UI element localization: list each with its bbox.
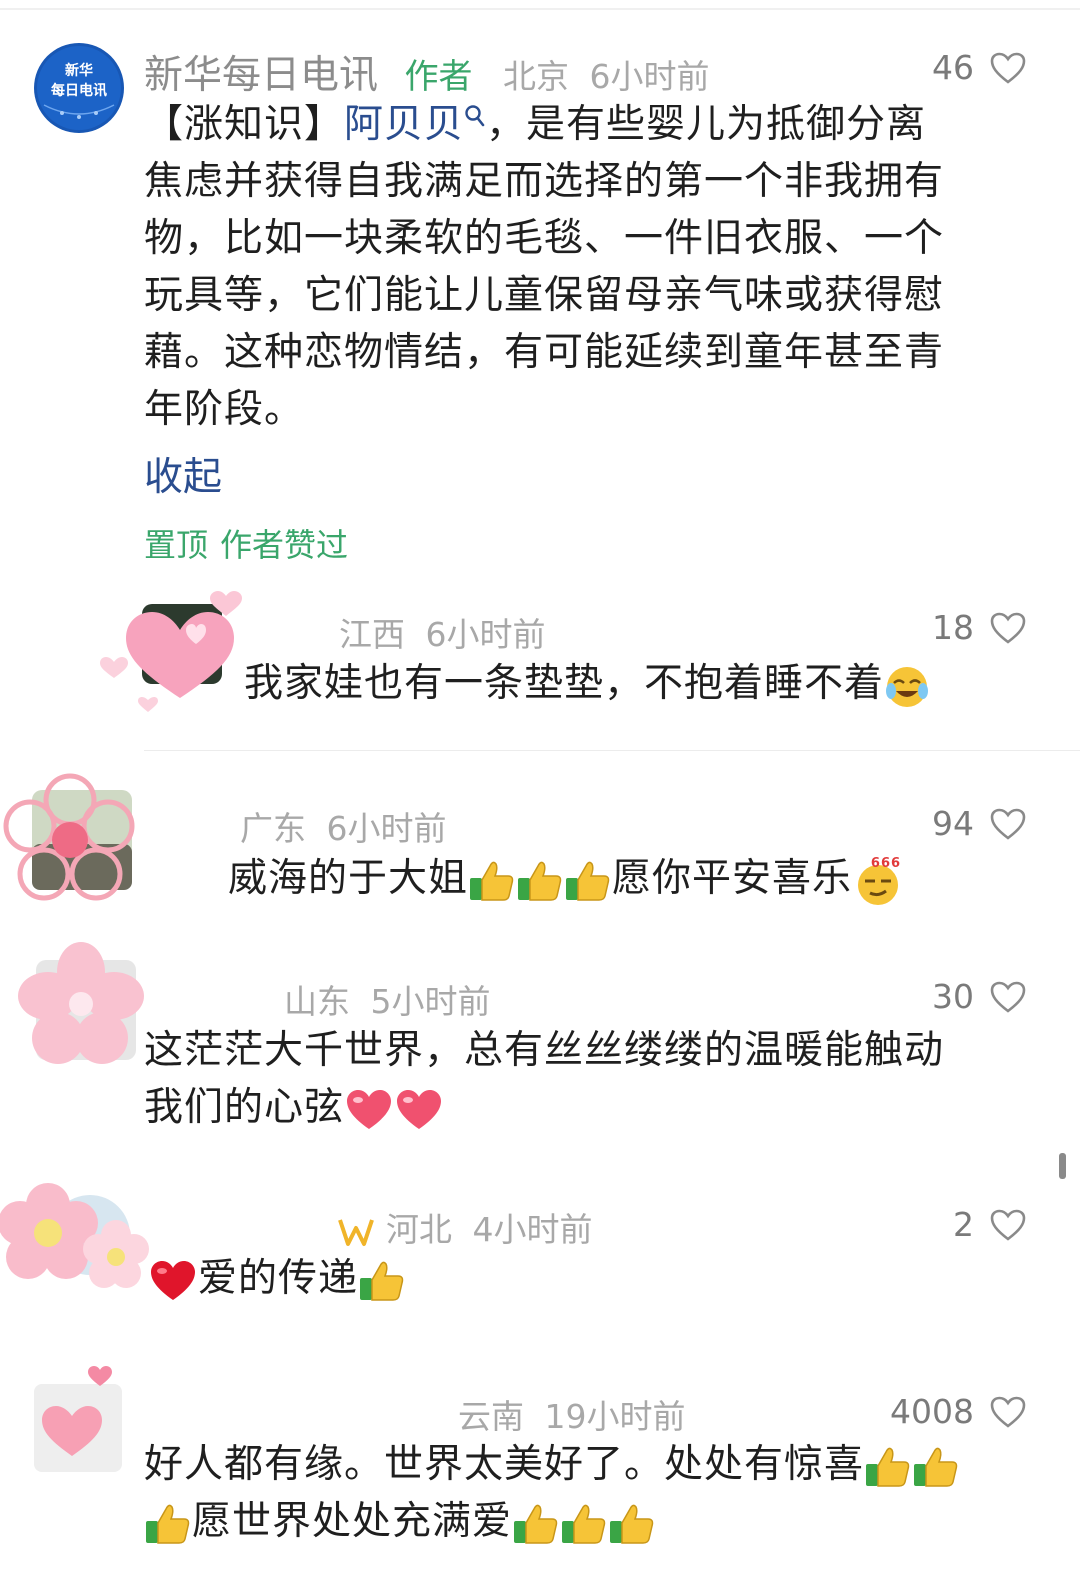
comment-text-b: 愿你平安喜乐 [612, 856, 853, 901]
comment-tags: 置顶 作者赞过 [144, 520, 360, 566]
like-control[interactable]: 4008 [890, 1392, 1026, 1431]
comment-body: 我家娃也有一条垫垫，不抱着睡不着 [244, 655, 930, 712]
collapse-link[interactable]: 收起 [144, 446, 222, 502]
thumbs-up-emoji [146, 1504, 190, 1544]
thumbs-up-emoji [518, 861, 562, 901]
comment-text-line-3: 物，比如一块柔软的毛毯、一件旧衣服、一个 [144, 216, 945, 261]
red-heart-emoji [347, 1089, 392, 1129]
comment-body: 【涨知识】阿贝贝 ，是有些婴儿为抵御分离 焦虑并获得自我满足而选择的第一个非我拥有… [144, 96, 1024, 438]
like-count: 46 [932, 48, 974, 87]
author-liked-tag: 作者赞过 [220, 526, 349, 564]
like-control[interactable]: 18 [932, 608, 1026, 647]
comment-text-line-1: 这茫茫大千世界，总有丝丝缕缕的温暖能触动 [144, 1028, 945, 1073]
heart-outline-icon[interactable] [990, 612, 1026, 644]
like-count: 2 [953, 1205, 974, 1244]
thumbs-up-emoji [914, 1447, 958, 1487]
comment-text-line-2: 愿世界处处充满爱 [192, 1499, 513, 1544]
heart-avatar[interactable] [32, 1360, 132, 1472]
comment-text-line-4: 玩具等，它们能让儿童保留母亲气味或获得慰 [144, 273, 945, 318]
author-badge: 作者 [404, 57, 473, 97]
author-name[interactable]: 新华每日电讯 [144, 53, 378, 98]
avatar-text-1: 新华 [65, 62, 93, 79]
comment-time: 5小时前 [370, 982, 491, 1021]
emoji-badge-text: 666 [871, 856, 901, 871]
comment-meta: 新华每日电讯 作者 北京 6小时前 [144, 44, 710, 100]
thumbs-up-emoji [610, 1504, 654, 1544]
heart-outline-icon[interactable] [990, 981, 1026, 1013]
comment-meta: 广东 6小时前 [240, 802, 447, 850]
thumbs-up-emoji [470, 861, 514, 901]
comment-body: 这茫茫大千世界，总有丝丝缕缕的温暖能触动 我们的心弦 [144, 1022, 944, 1136]
like-count: 4008 [890, 1392, 974, 1431]
comment-text-line-1: ，是有些婴儿为抵御分离 [486, 102, 927, 147]
blossom-avatar[interactable] [16, 940, 146, 1070]
thumbs-up-emoji [566, 861, 610, 901]
avatar-text-2: 每日电讯 [51, 82, 107, 99]
heart-outline-icon[interactable] [990, 1396, 1026, 1428]
flower-frame-avatar[interactable] [0, 770, 145, 910]
comment-text-line-5: 藉。这种恋物情结，有可能延续到童年甚至青 [144, 330, 945, 375]
comment-time: 6小时前 [326, 809, 447, 848]
comment-location: 北京 [503, 57, 570, 96]
laugh-cry-emoji [886, 666, 929, 707]
badge-icon [338, 1218, 374, 1246]
thumbs-up-emoji [866, 1447, 910, 1487]
heart-outline-icon[interactable] [990, 808, 1026, 840]
comment-text: 爱的传递 [198, 1256, 359, 1301]
comment-location: 河北 [386, 1210, 452, 1249]
search-icon[interactable] [464, 104, 486, 130]
comment-meta: 江西 6小时前 [339, 608, 546, 656]
like-control[interactable]: 94 [932, 804, 1026, 843]
thumbs-up-emoji [514, 1504, 558, 1544]
comment-text-prefix: 【涨知识】 [144, 102, 345, 147]
heart-outline-icon[interactable] [990, 52, 1026, 84]
comment-text-line-2: 我们的心弦 [144, 1085, 345, 1130]
comment-text: 我家娃也有一条垫垫，不抱着睡不着 [244, 661, 885, 706]
like-control[interactable]: 30 [932, 977, 1026, 1016]
comment-body: 好人都有缘。世界太美好了。处处有惊喜 愿世界处处充满爱 [144, 1436, 960, 1550]
thumbs-up-emoji [360, 1261, 404, 1301]
comment-location: 江西 [339, 615, 405, 654]
thumbs-up-emoji [562, 1504, 606, 1544]
comment-time: 4小时前 [472, 1210, 593, 1249]
pinned-tag: 置顶 [144, 526, 209, 564]
like-control[interactable]: 46 [932, 48, 1026, 87]
divider [144, 750, 1080, 751]
comment-time: 6小时前 [589, 57, 710, 96]
comment-text-line-6: 年阶段。 [144, 387, 305, 432]
comment-time: 6小时前 [425, 615, 546, 654]
xinhua-avatar[interactable]: 新华 每日电讯 [34, 43, 124, 133]
comment-meta: 云南 19小时前 [458, 1390, 686, 1438]
comment-text-a: 威海的于大姐 [228, 856, 469, 901]
keyword-link[interactable]: 阿贝贝 [344, 102, 464, 147]
comment-location: 广东 [240, 809, 306, 848]
comment-location: 山东 [284, 982, 350, 1021]
comment-text-line-2: 焦虑并获得自我满足而选择的第一个非我拥有 [144, 159, 945, 204]
like-count: 94 [932, 804, 974, 843]
sakura-avatar[interactable] [0, 1175, 150, 1305]
like-count: 18 [932, 608, 974, 647]
comment-location: 云南 [458, 1397, 524, 1436]
comment-body: 爱的传递 [148, 1250, 406, 1307]
comment-meta: 河北 4小时前 [336, 1203, 593, 1251]
top-divider [0, 8, 1080, 10]
comment-body: 威海的于大姐 愿你平安喜乐 666 [228, 850, 904, 907]
like-count: 30 [932, 977, 974, 1016]
comment-meta: 山东 5小时前 [284, 975, 491, 1023]
red-heart-emoji [151, 1260, 195, 1300]
like-control[interactable]: 2 [953, 1205, 1026, 1244]
comment-text-line-1: 好人都有缘。世界太美好了。处处有惊喜 [144, 1442, 865, 1487]
scrollbar-thumb[interactable] [1059, 1153, 1066, 1179]
comment-time: 19小时前 [544, 1397, 686, 1436]
smirk-666-emoji: 666 [858, 856, 901, 905]
heart-outline-icon[interactable] [990, 1209, 1026, 1241]
red-heart-emoji [397, 1089, 442, 1129]
heart-frame-avatar[interactable] [92, 586, 252, 716]
